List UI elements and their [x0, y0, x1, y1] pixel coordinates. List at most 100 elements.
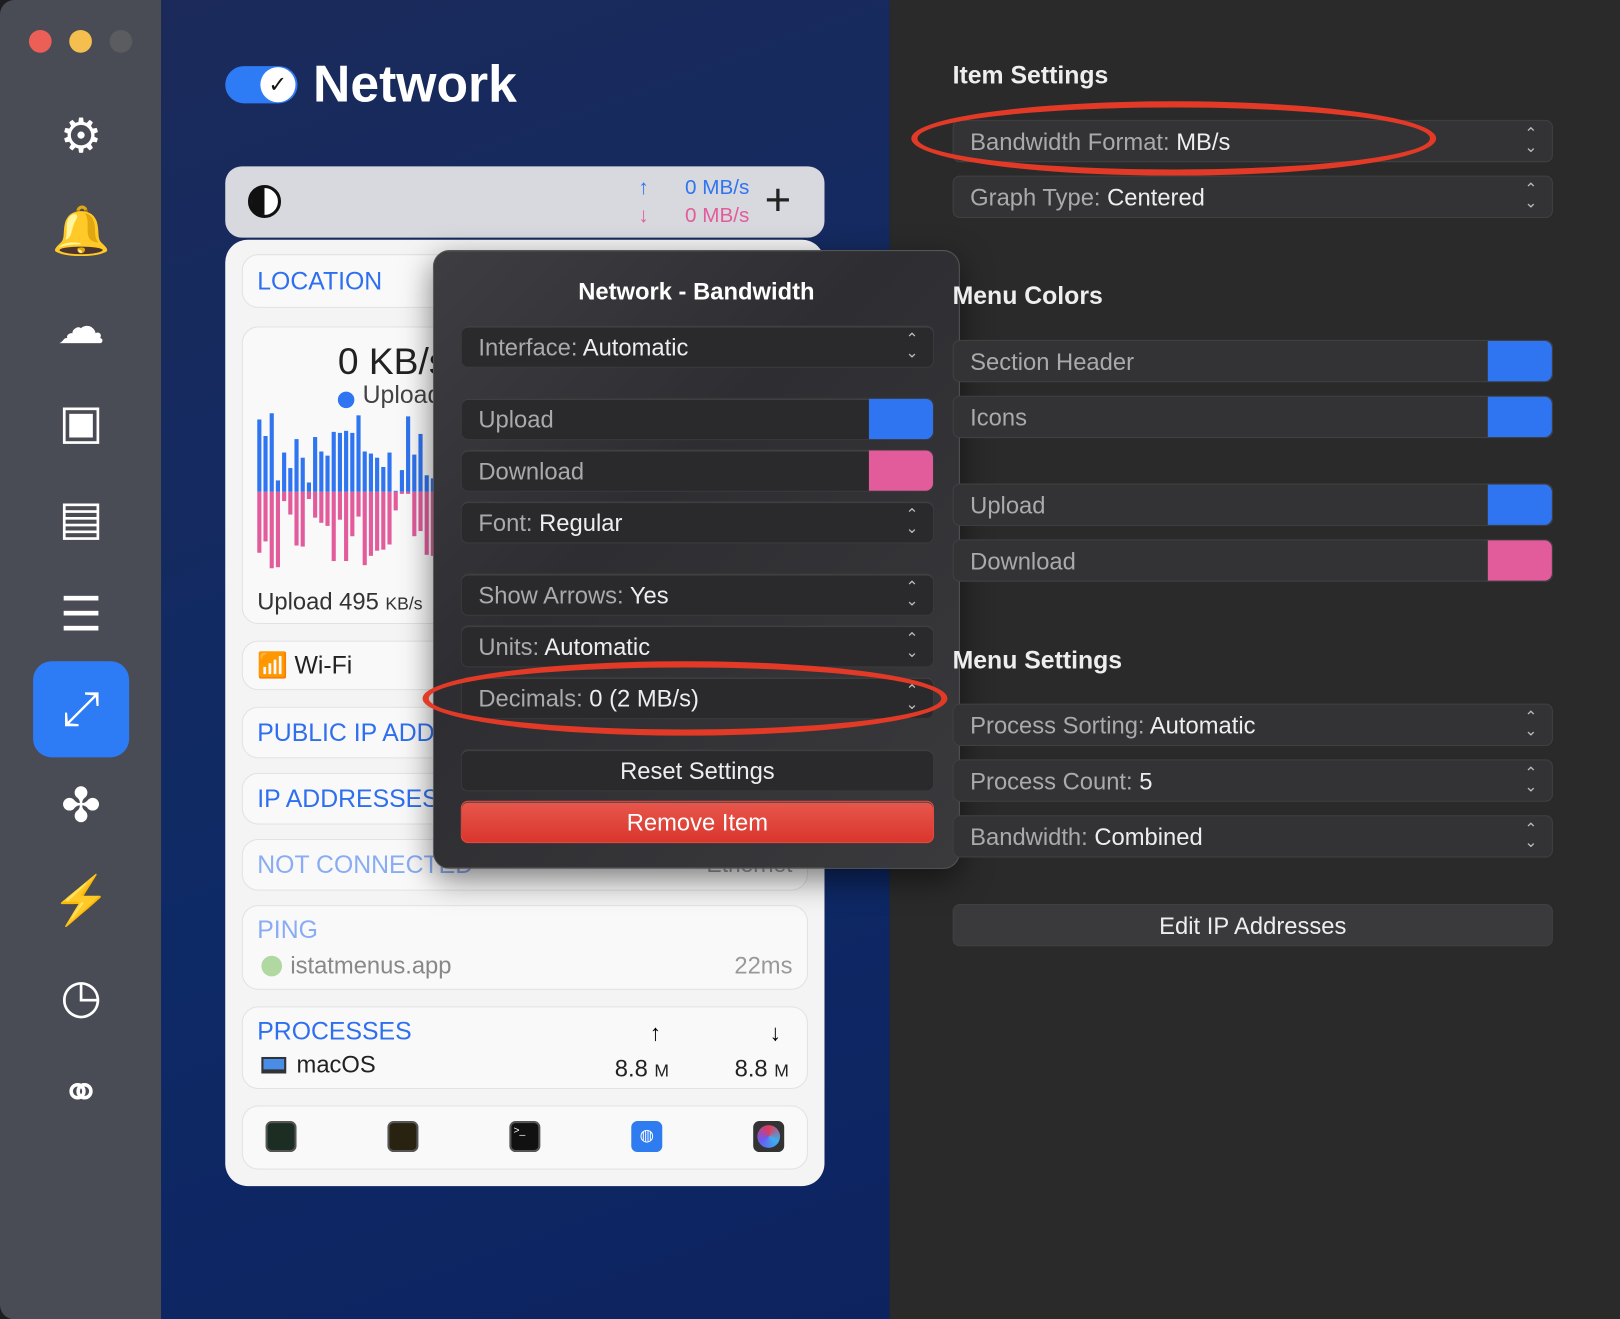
unit: M [774, 1061, 789, 1081]
combined-sidebar-item[interactable]: ⚭ [33, 1044, 129, 1140]
process-sorting-select[interactable]: Process Sorting: Automatic ⌃ ⌄ [952, 703, 1553, 746]
download-color-swatch[interactable] [868, 450, 933, 491]
label: Upload [970, 491, 1046, 519]
upload-bar [319, 451, 324, 492]
download-bar [337, 491, 342, 520]
ping-header: PING [257, 916, 318, 945]
upload-bar [362, 451, 367, 492]
upload-bar [381, 467, 386, 492]
cpu-sidebar-item[interactable]: ▣ [33, 374, 129, 470]
app-shortcuts: >_ ◍ [241, 1105, 808, 1170]
laptop-icon [261, 1056, 287, 1074]
graph-type-select[interactable]: Graph Type: Centered ⌃ ⌄ [952, 175, 1553, 219]
value: Automatic [544, 633, 651, 661]
download-bar [306, 491, 311, 500]
upload-footer-unit: KB/s [385, 594, 423, 614]
memory-sidebar-item[interactable]: ▤ [33, 469, 129, 565]
close-button[interactable] [28, 29, 52, 53]
color-swatch[interactable] [1487, 396, 1552, 438]
download-bar [294, 491, 299, 546]
label: Icons [970, 403, 1027, 431]
value: 5 [1139, 767, 1153, 795]
download-bar [313, 491, 318, 518]
bandwidth-select[interactable]: Bandwidth: Combined ⌃ ⌄ [952, 815, 1553, 858]
upload-bar [375, 457, 380, 492]
chevron-updown-icon: ⌃ ⌄ [905, 630, 919, 662]
section-header-color[interactable]: Section Header [952, 339, 1553, 383]
color-swatch[interactable] [1487, 340, 1552, 382]
annotation-oval [911, 101, 1437, 176]
edit-ip-addresses-button[interactable]: Edit IP Addresses [952, 904, 1553, 947]
download-bar [331, 491, 336, 562]
upload-color[interactable]: Upload [952, 483, 1553, 526]
upload-color-picker[interactable]: Upload [460, 397, 935, 441]
font-select[interactable]: Font: Regular ⌃ ⌄ [460, 501, 935, 544]
process-count-select[interactable]: Process Count: 5 ⌃ ⌄ [952, 759, 1553, 802]
upload-bar [306, 482, 311, 492]
color-swatch[interactable] [1487, 540, 1552, 581]
battery-bolt-sidebar-item[interactable]: ⚡ [33, 852, 129, 948]
reset-settings-button[interactable]: Reset Settings [460, 749, 935, 792]
download-bar [350, 491, 355, 537]
ping-status-dot [261, 955, 283, 977]
combined-icon: ⚭ [61, 1064, 102, 1119]
download-bar [375, 491, 380, 551]
download-color-picker[interactable]: Download [460, 449, 935, 492]
icons-color[interactable]: Icons [952, 395, 1553, 439]
bell-sidebar-item[interactable]: 🔔 [33, 182, 129, 278]
download-bar [418, 491, 423, 532]
interface-select[interactable]: Interface: Automatic ⌃ ⌄ [460, 325, 935, 368]
upload-bar [350, 432, 355, 492]
upload-bar [344, 430, 349, 492]
download-arrow-icon: ↓ [769, 1019, 782, 1046]
minimize-button[interactable] [69, 29, 92, 53]
label: Units: [478, 633, 540, 661]
value: Automatic [1149, 711, 1256, 739]
show-arrows-select[interactable]: Show Arrows: Yes ⌃ ⌄ [460, 573, 935, 616]
label: Font: [478, 509, 533, 537]
clock-sidebar-item[interactable]: ◷ [33, 948, 129, 1044]
fan-icon: ✤ [61, 777, 102, 832]
activity-monitor-icon[interactable] [265, 1121, 297, 1153]
network-sidebar-item[interactable]: ⤢ [33, 660, 130, 757]
cloud-sidebar-item[interactable]: ☁ [33, 278, 129, 374]
network-utility-icon[interactable]: ◍ [631, 1121, 663, 1153]
chevron-updown-icon: ⌃ ⌄ [1524, 764, 1538, 796]
memory-icon: ▤ [58, 490, 104, 545]
upload-bar [294, 439, 299, 492]
network-icon: ⤢ [62, 680, 101, 735]
upload-color-swatch[interactable] [868, 398, 933, 440]
add-button[interactable]: + [765, 175, 792, 227]
remove-item-button[interactable]: Remove Item [460, 800, 935, 844]
process-name: macOS [296, 1050, 376, 1078]
upload-arrow-icon: ↑ [649, 1019, 662, 1046]
upload-bar [412, 454, 417, 492]
color-swatch[interactable] [1487, 484, 1552, 525]
label: Bandwidth: [970, 823, 1088, 851]
clock-icon: ◷ [60, 969, 102, 1023]
upload-bar [288, 468, 293, 492]
popover-title: Network - Bandwidth [578, 277, 815, 305]
enable-toggle[interactable]: ✓ [225, 66, 298, 104]
download-bar [356, 491, 361, 517]
upload-bar [418, 433, 423, 492]
fan-sidebar-item[interactable]: ✤ [33, 756, 129, 852]
istat-icon[interactable] [753, 1121, 785, 1153]
upload-bar [368, 453, 373, 492]
ping-value: 22ms [734, 951, 793, 979]
download-color[interactable]: Download [952, 539, 1553, 582]
download-bar [362, 491, 367, 566]
upload-bar [269, 413, 274, 492]
zoom-button[interactable] [109, 29, 133, 53]
disk-sidebar-item[interactable]: ☰ [33, 565, 129, 661]
upload-bar [387, 452, 392, 492]
upload-bar [263, 436, 268, 492]
upload-bar [300, 457, 305, 492]
checkmark-icon: ✓ [260, 67, 296, 103]
download-bar [300, 491, 305, 547]
terminal-icon[interactable]: >_ [509, 1121, 541, 1153]
gear-sidebar-item[interactable]: ⚙ [33, 87, 129, 183]
contrast-icon[interactable] [247, 184, 282, 219]
up-arrow-icon: ↑ [638, 176, 649, 200]
console-icon[interactable] [387, 1121, 419, 1153]
